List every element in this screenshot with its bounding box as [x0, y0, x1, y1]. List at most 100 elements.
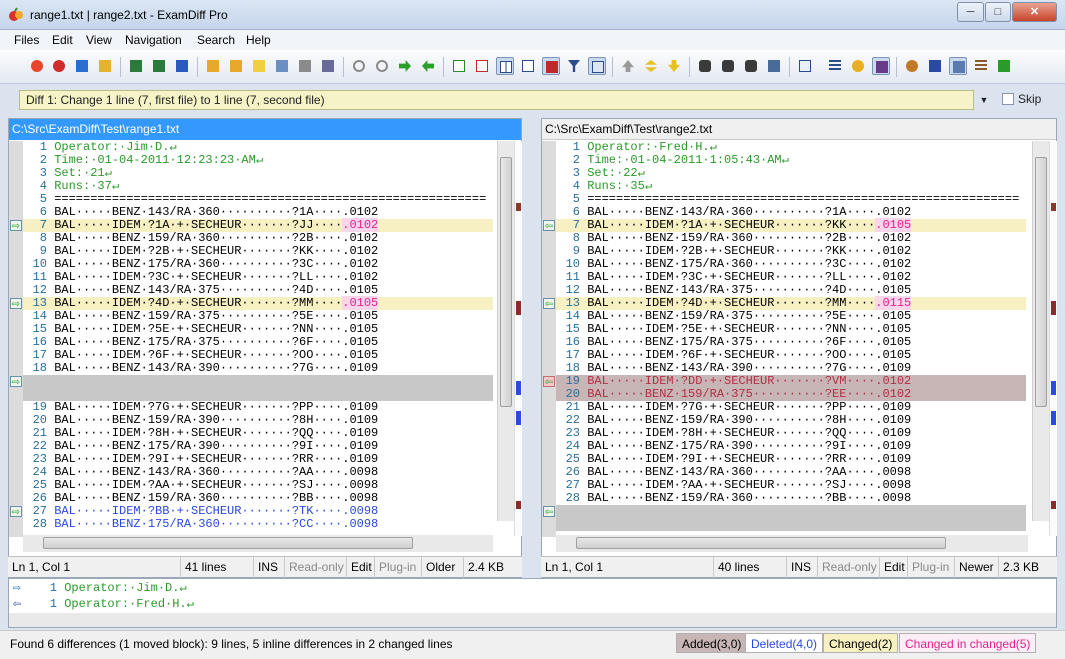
overview-mark — [1051, 501, 1056, 509]
scroll-thumb[interactable] — [1035, 157, 1047, 407]
copy-to-right-icon[interactable] — [396, 57, 414, 75]
edit-left-icon[interactable] — [204, 57, 222, 75]
chevron-down-icon[interactable]: ▼ — [975, 90, 993, 110]
sync-scroll-icon[interactable] — [588, 57, 606, 75]
menu-edit[interactable]: Edit — [52, 33, 73, 47]
copy-left-icon[interactable]: ⇦ — [543, 298, 555, 310]
line-text: BAL·····IDEM·?7G·+·SECHEUR·······?PP····… — [54, 400, 379, 414]
menu-search[interactable]: Search — [197, 33, 235, 47]
line-text: BAL·····IDEM·?5E·+·SECHEUR·······?NN····… — [54, 322, 379, 336]
toolbar — [0, 50, 1065, 84]
menu-view[interactable]: View — [86, 33, 112, 47]
save-right-icon[interactable] — [150, 57, 168, 75]
export-icon[interactable] — [995, 57, 1013, 75]
comment-icon[interactable] — [949, 57, 967, 75]
overview-mark — [516, 203, 521, 211]
menu-files[interactable]: Files — [14, 33, 39, 47]
compare-line-left: 1 Operator:·Jim·D.↵ — [23, 581, 187, 596]
print-preview-icon[interactable] — [319, 57, 337, 75]
minimize-button[interactable]: ─ — [957, 2, 984, 22]
bookmarks-icon[interactable] — [972, 57, 990, 75]
find-next-icon[interactable] — [719, 57, 737, 75]
swap-files-icon[interactable] — [73, 57, 91, 75]
previous-diff-icon[interactable] — [619, 57, 637, 75]
copy-left-icon[interactable]: ⇦ — [543, 376, 555, 388]
print-icon[interactable] — [296, 57, 314, 75]
find-previous-icon[interactable] — [742, 57, 760, 75]
replace-icon[interactable] — [765, 57, 783, 75]
right-diff-overview[interactable] — [1049, 141, 1057, 536]
edit-right-icon[interactable] — [227, 57, 245, 75]
line-text: BAL·····BENZ·175/RA·390··········?9I····… — [54, 439, 379, 453]
redo-icon[interactable] — [373, 57, 391, 75]
line-text: BAL·····BENZ·143/RA·360··········?AA····… — [54, 465, 379, 479]
edit-mode-icon[interactable] — [872, 57, 890, 75]
scroll-thumb[interactable] — [500, 157, 512, 407]
view-right-icon[interactable] — [473, 57, 491, 75]
open-files-icon[interactable] — [28, 57, 46, 75]
recompare-icon[interactable] — [50, 57, 68, 75]
line-text: BAL·····IDEM·?8H·+·SECHEUR·······?QQ····… — [54, 426, 379, 440]
new-file-icon[interactable] — [250, 57, 268, 75]
scroll-thumb[interactable] — [576, 537, 946, 549]
copy-left-icon[interactable]: ⇦ — [543, 220, 555, 232]
left-code-view[interactable]: 1 Operator:·Jim·D.↵ 2 Time:·01-04-2011·12… — [9, 141, 521, 537]
toolbar-separator — [612, 57, 613, 77]
show-differences-icon[interactable] — [542, 57, 560, 75]
left-insert-mode: INS — [253, 557, 278, 578]
left-plugin-flag: Plug-in — [374, 557, 416, 578]
close-button[interactable]: ✕ — [1012, 2, 1057, 22]
copy-to-left-icon[interactable] — [419, 57, 437, 75]
legend-changed: Changed(2) — [823, 633, 899, 653]
left-file-age: Older — [421, 557, 455, 578]
line-text: BAL·····IDEM·?2B·+·SECHEUR·······?KK····… — [587, 244, 912, 258]
view-horizontal-icon[interactable] — [519, 57, 537, 75]
line-text: BAL·····IDEM·?DD·+·SECHEUR·······?VM····… — [587, 374, 912, 388]
report-icon[interactable] — [273, 57, 291, 75]
left-vertical-scrollbar[interactable] — [497, 141, 514, 521]
maximize-button[interactable]: □ — [985, 2, 1011, 22]
menu-help[interactable]: Help — [246, 33, 271, 47]
title-bar: range1.txt | range2.txt - ExamDiff Pro ─… — [0, 0, 1065, 30]
right-code-view[interactable]: 1 Operator:·Fred·H.↵ 2 Time:·01-04-2011·1… — [542, 141, 1056, 537]
save-left-icon[interactable] — [127, 57, 145, 75]
copy-right-icon[interactable]: ⇨ — [10, 298, 22, 310]
left-diff-overview[interactable] — [514, 141, 522, 536]
copy-right-icon[interactable]: ⇨ — [10, 506, 22, 518]
find-icon[interactable] — [696, 57, 714, 75]
left-horizontal-scrollbar[interactable] — [23, 535, 493, 552]
copy-left-icon[interactable]: ⇦ — [543, 506, 555, 518]
toolbar-separator — [443, 57, 444, 77]
menu-navigation[interactable]: Navigation — [125, 33, 182, 47]
line-number: 28 — [565, 491, 580, 505]
copy-right-icon[interactable]: ⇨ — [10, 220, 22, 232]
left-file-size: 2.4 KB — [463, 557, 504, 578]
skip-checkbox[interactable] — [1002, 93, 1014, 105]
line-text: Set:·22↵ — [587, 166, 645, 180]
word-wrap-icon[interactable] — [826, 57, 844, 75]
code-line: 18 BAL·····BENZ·143/RA·390··········?7G·… — [23, 362, 493, 375]
right-horizontal-scrollbar[interactable] — [556, 535, 1028, 552]
next-diff-icon[interactable] — [665, 57, 683, 75]
code-line: 28 BAL·····BENZ·175/RA·360··········?CC·… — [23, 518, 493, 531]
save-all-icon[interactable] — [173, 57, 191, 75]
current-diff-icon[interactable] — [642, 57, 660, 75]
plugin-icon[interactable] — [903, 57, 921, 75]
line-text: BAL·····BENZ·143/RA·360··········?1A····… — [54, 205, 379, 219]
right-vertical-scrollbar[interactable] — [1032, 141, 1049, 521]
compare-icon[interactable] — [926, 57, 944, 75]
compare-horizontal-scrollbar[interactable] — [9, 613, 1056, 627]
undo-icon[interactable] — [350, 57, 368, 75]
open-folder-icon[interactable] — [96, 57, 114, 75]
options-dropdown-icon[interactable] — [796, 57, 814, 75]
line-text: BAL·····IDEM·?BB·+·SECHEUR·······?TK····… — [54, 504, 379, 518]
scroll-thumb[interactable] — [43, 537, 413, 549]
filter-icon[interactable] — [565, 57, 583, 75]
view-left-icon[interactable] — [450, 57, 468, 75]
line-text: Set:·21↵ — [54, 166, 112, 180]
diff-select[interactable]: Diff 1: Change 1 line (7, first file) to… — [19, 90, 974, 110]
right-line-count: 40 lines — [713, 557, 759, 578]
view-split-icon[interactable] — [496, 57, 514, 75]
settings-icon[interactable] — [849, 57, 867, 75]
copy-right-icon[interactable]: ⇨ — [10, 376, 22, 388]
